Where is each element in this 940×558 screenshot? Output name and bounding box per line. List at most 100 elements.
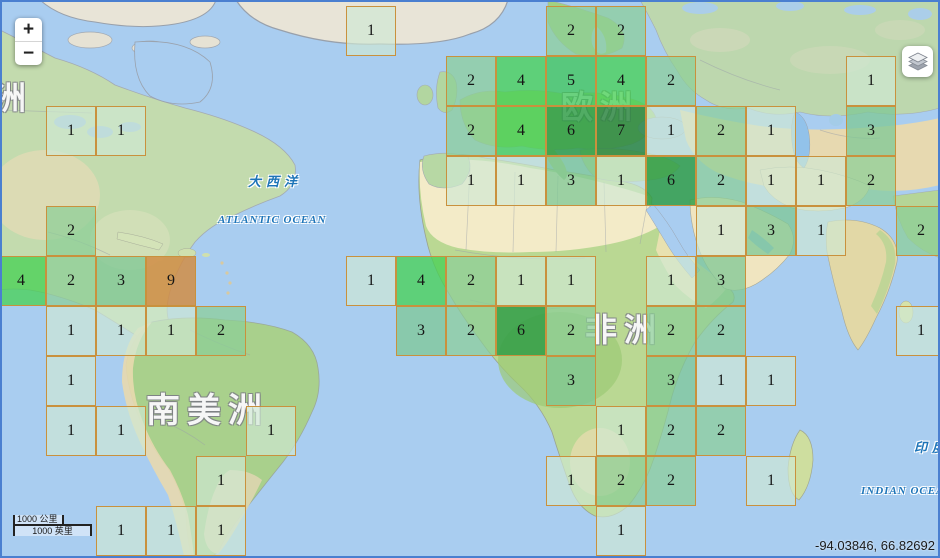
cluster-cell[interactable]: 2 <box>646 306 696 356</box>
cluster-cell[interactable]: 1 <box>746 106 796 156</box>
cluster-cell[interactable]: 3 <box>696 256 746 306</box>
cluster-cell[interactable]: 1 <box>896 306 940 356</box>
cluster-cell[interactable]: 7 <box>596 106 646 156</box>
cluster-count: 1 <box>367 272 375 290</box>
cluster-cell[interactable]: 1 <box>846 56 896 106</box>
cluster-count: 2 <box>217 322 225 340</box>
cluster-cell[interactable]: 1 <box>696 206 746 256</box>
cluster-cell[interactable]: 1 <box>46 106 96 156</box>
cluster-cell[interactable]: 1 <box>646 256 696 306</box>
cluster-cell[interactable]: 3 <box>646 356 696 406</box>
cluster-cell[interactable]: 1 <box>596 506 646 556</box>
cluster-cell[interactable]: 4 <box>396 256 446 306</box>
cluster-cell[interactable]: 1 <box>746 156 796 206</box>
cluster-cell[interactable]: 1 <box>746 456 796 506</box>
cluster-count: 1 <box>117 422 125 440</box>
cluster-cell[interactable]: 2 <box>646 456 696 506</box>
cluster-cell[interactable]: 2 <box>546 6 596 56</box>
scale-control: 1000 公里 1000 英里 <box>13 515 92 536</box>
cluster-cell[interactable]: 1 <box>146 506 196 556</box>
cluster-cell[interactable]: 2 <box>696 306 746 356</box>
cluster-cell[interactable]: 2 <box>446 256 496 306</box>
cluster-cell[interactable]: 1 <box>46 356 96 406</box>
cluster-cell[interactable]: 2 <box>646 56 696 106</box>
cluster-cell[interactable]: 1 <box>96 306 146 356</box>
cluster-cell[interactable]: 3 <box>546 156 596 206</box>
cluster-cell[interactable]: 3 <box>96 256 146 306</box>
cluster-cell[interactable]: 2 <box>46 256 96 306</box>
cluster-count: 1 <box>767 122 775 140</box>
cluster-cell[interactable]: 1 <box>446 156 496 206</box>
map-canvas[interactable]: 北美洲欧洲非洲南美洲大西洋ATLANTIC OCEAN印度洋INDIAN OCE… <box>0 0 940 558</box>
cluster-count: 6 <box>567 122 575 140</box>
cluster-cell[interactable]: 3 <box>396 306 446 356</box>
cluster-count: 1 <box>617 422 625 440</box>
cluster-count: 1 <box>117 122 125 140</box>
cluster-cell[interactable]: 6 <box>496 306 546 356</box>
cluster-cell[interactable]: 1 <box>346 256 396 306</box>
cluster-count: 2 <box>667 72 675 90</box>
cluster-cell[interactable]: 2 <box>696 406 746 456</box>
cluster-cell[interactable]: 1 <box>546 456 596 506</box>
scale-mi-bar: 1000 英里 <box>13 524 92 536</box>
cluster-count: 2 <box>617 22 625 40</box>
cluster-count: 1 <box>117 322 125 340</box>
cluster-cell[interactable]: 1 <box>46 306 96 356</box>
cluster-count: 2 <box>467 322 475 340</box>
cluster-cell[interactable]: 2 <box>896 206 940 256</box>
cluster-cell[interactable]: 2 <box>446 106 496 156</box>
cluster-cell[interactable]: 2 <box>546 306 596 356</box>
cluster-cell[interactable]: 4 <box>496 106 546 156</box>
cluster-cell[interactable]: 3 <box>846 106 896 156</box>
cluster-cell[interactable]: 6 <box>646 156 696 206</box>
cluster-cell[interactable]: 2 <box>646 406 696 456</box>
cluster-cell[interactable]: 4 <box>0 256 46 306</box>
cluster-count: 2 <box>917 222 925 240</box>
cluster-cell[interactable]: 1 <box>596 156 646 206</box>
cluster-cell[interactable]: 1 <box>696 356 746 406</box>
cluster-cell[interactable]: 2 <box>596 6 646 56</box>
cluster-cell[interactable]: 1 <box>746 356 796 406</box>
cluster-count: 1 <box>167 522 175 540</box>
cluster-count: 2 <box>717 172 725 190</box>
cluster-count: 1 <box>767 172 775 190</box>
cluster-cell[interactable]: 1 <box>546 256 596 306</box>
cluster-cell[interactable]: 3 <box>746 206 796 256</box>
cluster-cell[interactable]: 1 <box>46 406 96 456</box>
cluster-cell[interactable]: 1 <box>796 156 846 206</box>
zoom-in-button[interactable]: + <box>15 18 42 42</box>
cluster-cell[interactable]: 1 <box>196 456 246 506</box>
cluster-cell[interactable]: 1 <box>246 406 296 456</box>
cluster-cell[interactable]: 1 <box>646 106 696 156</box>
cluster-cell[interactable]: 2 <box>696 106 746 156</box>
cluster-cell[interactable]: 6 <box>546 106 596 156</box>
cluster-cell[interactable]: 9 <box>146 256 196 306</box>
cluster-cell[interactable]: 5 <box>546 56 596 106</box>
cluster-cell[interactable]: 4 <box>496 56 546 106</box>
cluster-cell[interactable]: 1 <box>596 406 646 456</box>
cluster-cell[interactable]: 2 <box>46 206 96 256</box>
cluster-cell[interactable]: 2 <box>446 306 496 356</box>
cluster-cell[interactable]: 1 <box>196 506 246 556</box>
cluster-cell[interactable]: 1 <box>796 206 846 256</box>
cluster-cell[interactable]: 1 <box>96 506 146 556</box>
cluster-cell[interactable]: 3 <box>546 356 596 406</box>
cluster-cell[interactable]: 4 <box>596 56 646 106</box>
layers-control[interactable] <box>902 46 933 77</box>
cluster-cell[interactable]: 2 <box>846 156 896 206</box>
cluster-cell[interactable]: 2 <box>596 456 646 506</box>
cluster-cell[interactable]: 2 <box>696 156 746 206</box>
cluster-count: 1 <box>67 322 75 340</box>
cluster-count: 1 <box>617 522 625 540</box>
cluster-cell[interactable]: 1 <box>96 106 146 156</box>
cluster-cell[interactable]: 2 <box>446 56 496 106</box>
cluster-cell[interactable]: 1 <box>96 406 146 456</box>
zoom-out-button[interactable]: − <box>15 42 42 65</box>
cluster-cell[interactable]: 1 <box>346 6 396 56</box>
cluster-count: 2 <box>667 472 675 490</box>
cluster-count: 2 <box>617 472 625 490</box>
cluster-cell[interactable]: 1 <box>496 256 546 306</box>
cluster-cell[interactable]: 1 <box>496 156 546 206</box>
cluster-cell[interactable]: 1 <box>146 306 196 356</box>
cluster-cell[interactable]: 2 <box>196 306 246 356</box>
